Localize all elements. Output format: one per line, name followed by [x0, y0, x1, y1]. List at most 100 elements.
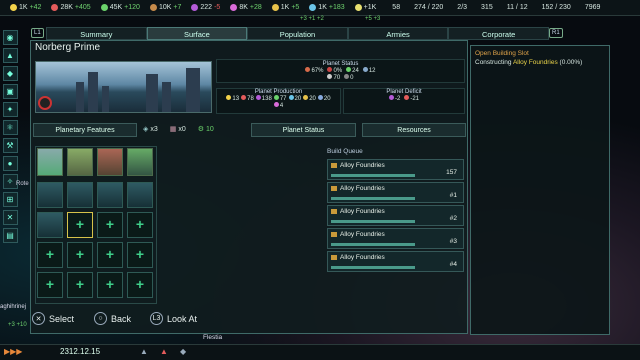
slot-info-building: Alloy Foundries: [512, 59, 558, 66]
open-slot[interactable]: [37, 242, 63, 268]
crossed-swords-icon[interactable]: ✕: [2, 210, 18, 225]
resource-unity[interactable]: 1K +5: [271, 4, 299, 11]
settings-icon[interactable]: ▤: [2, 228, 18, 243]
speed-icon[interactable]: ▶▶▶: [4, 347, 22, 356]
planetary-features-button[interactable]: Planetary Features: [33, 123, 137, 137]
resource-minerals[interactable]: 28K +405: [51, 4, 91, 11]
look-at-hint[interactable]: L3 Look At: [150, 312, 197, 325]
back-label: Back: [111, 313, 132, 324]
queue-item-position: #3: [449, 238, 457, 245]
fleet-icon[interactable]: ▲: [140, 347, 148, 356]
districts-count: ◈ x3: [143, 125, 158, 133]
stability-gauge-icon: [38, 96, 52, 110]
building-slot-5[interactable]: [37, 212, 63, 238]
queue-item[interactable]: Alloy Foundries #4: [327, 251, 464, 272]
tab-population[interactable]: Population: [247, 27, 348, 40]
district-tile-3[interactable]: [97, 148, 123, 176]
stability-value: 67%: [311, 68, 324, 74]
station-icon[interactable]: ▣: [2, 84, 18, 99]
resource-value: 8K: [239, 4, 248, 11]
district-icon: ◈: [143, 126, 149, 133]
science-icon[interactable]: ⚛: [2, 120, 18, 135]
construction-icon[interactable]: ⚒: [2, 138, 18, 153]
resource-research[interactable]: 1K +183: [309, 4, 345, 11]
consumer-goods-icon: [149, 4, 157, 11]
queue-item[interactable]: Alloy Foundries #2: [327, 205, 464, 226]
alloys-deficit-icon: [388, 95, 394, 100]
open-slot[interactable]: [127, 272, 153, 298]
alloys-icon: [191, 4, 199, 11]
resource-consumer-goods[interactable]: 10K +7: [149, 4, 181, 11]
event-icon[interactable]: ◆: [180, 347, 186, 356]
building-slot-3[interactable]: [97, 182, 123, 208]
progress-bar: [331, 220, 415, 223]
circle-button-icon: ○: [94, 312, 107, 325]
empire-stat[interactable]: 11 / 12: [507, 4, 528, 11]
minerals-icon: [51, 4, 59, 11]
tab-surface[interactable]: Surface: [146, 27, 248, 40]
influence-prod: 4: [279, 103, 284, 109]
unity-prod: 20: [309, 96, 316, 102]
empire-stat[interactable]: 2/3: [457, 4, 467, 11]
select-hint[interactable]: ✕ Select: [32, 312, 74, 325]
pops-icon: [327, 74, 333, 79]
l3-button-icon: L3: [150, 312, 163, 325]
fleet-icon[interactable]: ▲: [2, 48, 18, 63]
tab-corporate[interactable]: Corporate: [448, 27, 549, 40]
left-outliner: ◉ ▲ ◆ ▣ ✦ ⚛ ⚒ ● ✧ ⊞ ✕ ▤: [0, 30, 20, 330]
resource-energy[interactable]: 1K +42: [10, 4, 41, 11]
open-slot-selected[interactable]: [67, 212, 93, 238]
unemployed-value: 0: [350, 75, 354, 81]
map-icon[interactable]: ⊞: [2, 192, 18, 207]
alloys-prod: 138: [261, 96, 272, 102]
trade-icon: [354, 4, 362, 11]
queue-item[interactable]: Alloy Foundries #1: [327, 182, 464, 203]
progress-bar: [331, 243, 415, 246]
queue-item[interactable]: Alloy Foundries #3: [327, 228, 464, 249]
influence-prod-icon: [273, 102, 279, 107]
queue-item-name: Alloy Foundries: [340, 254, 385, 261]
district-tile-2[interactable]: [67, 148, 93, 176]
building-slot-1[interactable]: [37, 182, 63, 208]
districts-value: x3: [150, 126, 158, 133]
alert-icon[interactable]: ▲: [160, 347, 168, 356]
open-slot[interactable]: [67, 242, 93, 268]
queue-item-name: Alloy Foundries: [340, 162, 385, 169]
resource-trade[interactable]: +1K: [354, 4, 379, 11]
open-slot[interactable]: [67, 272, 93, 298]
resource-food[interactable]: 45K +120: [100, 4, 140, 11]
building-slot-4[interactable]: [127, 182, 153, 208]
resources-button[interactable]: Resources: [362, 123, 466, 137]
planet-deficit-box: Planet Deficit -2 -21: [343, 88, 465, 114]
army-icon[interactable]: ✦: [2, 102, 18, 117]
empire-stat[interactable]: 58: [392, 4, 400, 11]
district-tile-4[interactable]: [127, 148, 153, 176]
tab-summary[interactable]: Summary: [46, 27, 147, 40]
open-slot[interactable]: [37, 272, 63, 298]
colony-icon[interactable]: ●: [2, 156, 18, 171]
resource-value: 1K: [280, 4, 290, 11]
planet-icon[interactable]: ◉: [2, 30, 18, 45]
open-slot[interactable]: [97, 212, 123, 238]
planet-status-box: Planet Status 67% 0% 24 12 70 0: [216, 59, 465, 83]
ship-icon[interactable]: ◆: [2, 66, 18, 81]
resource-subline: +3 +1 +2 +5 +3: [0, 16, 640, 24]
resource-influence[interactable]: 8K +28: [230, 4, 262, 11]
open-slot[interactable]: [97, 242, 123, 268]
back-hint[interactable]: ○ Back: [94, 312, 131, 325]
trade-prod: 20: [323, 96, 331, 102]
open-slot[interactable]: [127, 212, 153, 238]
tab-armies[interactable]: Armies: [347, 27, 449, 40]
resource-alloys[interactable]: 222 -5: [191, 4, 220, 11]
empire-stat[interactable]: 274 / 220: [414, 4, 443, 11]
open-slot[interactable]: [97, 272, 123, 298]
queue-item[interactable]: Alloy Foundries 157: [327, 159, 464, 180]
game-date: 2312.12.15: [60, 347, 101, 356]
planet-status-button[interactable]: Planet Status: [251, 123, 356, 137]
building-slot-2[interactable]: [67, 182, 93, 208]
district-tile-1[interactable]: [37, 148, 63, 176]
open-slot[interactable]: [127, 242, 153, 268]
empire-stat[interactable]: 152 / 230: [542, 4, 571, 11]
empire-stat[interactable]: 315: [481, 4, 493, 11]
empire-stat[interactable]: 7969: [585, 4, 601, 11]
